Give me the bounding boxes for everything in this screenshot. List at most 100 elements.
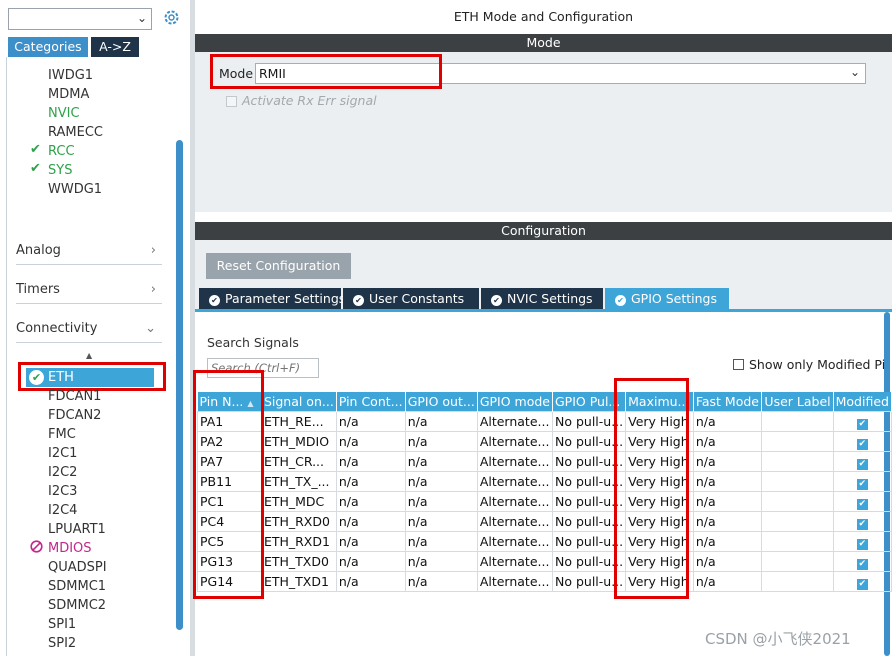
col-header-modified[interactable]: Modified [833,392,892,412]
col-header-gpio-output[interactable]: GPIO out... [405,392,478,412]
cell-user-label [761,471,834,492]
list-item-quadspi[interactable]: QUADSPI [48,558,107,577]
check-icon: ✔ [30,161,41,176]
cell-modified[interactable]: ✔ [832,491,892,512]
group-timers[interactable]: Timers › [16,277,162,304]
cell-fast-mode: n/a [692,571,763,592]
tab-parameter-settings[interactable]: ✔ Parameter Settings [199,288,345,309]
cell-user-label [761,411,834,432]
chevron-down-icon[interactable]: ⌄ [137,11,147,25]
cell-modified[interactable]: ✔ [832,571,892,592]
col-header-user-label[interactable]: User Label [761,392,834,412]
table-row[interactable]: PA2 ETH_MDIO n/a n/a Alternate... No pull-u..… [197,431,892,452]
cell-fast-mode: n/a [692,491,763,512]
list-item-mdios[interactable]: MDIOS [48,539,92,558]
col-header-fast-mode[interactable]: Fast Mode [693,392,763,412]
gpio-signal-table: Pin N... ▲ Signal on... Pin Cont... GPIO… [197,392,892,592]
table-row[interactable]: PC5 ETH_RXD1 n/a n/a Alternate... No pull-u..… [197,531,892,552]
check-icon: ✔ [209,295,220,306]
tab-nvic-settings[interactable]: ✔ NVIC Settings [481,288,603,309]
reset-configuration-button[interactable]: Reset Configuration [206,253,351,279]
table-row[interactable]: PA7 ETH_CR... n/a n/a Alternate... No pull-u.… [197,451,892,472]
list-item-sys[interactable]: SYS [48,161,72,180]
modified-checkbox[interactable]: ✔ [856,438,868,450]
tab-label: Parameter Settings [225,291,346,306]
modified-checkbox[interactable]: ✔ [856,518,868,530]
cell-gpio-mode: Alternate... [476,471,554,492]
cell-gpio-mode: Alternate... [476,491,554,512]
modified-checkbox[interactable]: ✔ [856,578,868,590]
list-item-i2c1[interactable]: I2C1 [48,444,77,463]
modified-checkbox[interactable]: ✔ [856,498,868,510]
group-label: Analog [16,243,61,258]
activate-rx-err-checkbox[interactable] [226,96,237,107]
cell-modified[interactable]: ✔ [832,431,892,452]
list-item-wwdg1[interactable]: WWDG1 [48,180,102,199]
gear-icon[interactable] [163,9,180,30]
chevron-right-icon: › [150,243,156,258]
sidebar-scrollbar[interactable] [176,140,183,630]
table-row[interactable]: PG14 ETH_TXD1 n/a n/a Alternate... No pull-u.… [197,571,892,592]
cell-modified[interactable]: ✔ [832,511,892,532]
col-header-gpio-mode[interactable]: GPIO mode [477,392,554,412]
list-item-fdcan1[interactable]: FDCAN1 [48,387,101,406]
table-row[interactable]: PC1 ETH_MDC n/a n/a Alternate... No pull-u...… [197,491,892,512]
cell-fast-mode: n/a [692,411,763,432]
cell-user-label [761,571,834,592]
list-item-fmc[interactable]: FMC [48,425,76,444]
show-modified-checkbox[interactable] [733,359,744,370]
cell-fast-mode: n/a [692,511,763,532]
highlight-box-speed-column [614,378,689,599]
modified-checkbox[interactable]: ✔ [856,458,868,470]
list-item-i2c3[interactable]: I2C3 [48,482,77,501]
highlight-box-mode [210,54,442,89]
modified-checkbox[interactable]: ✔ [856,418,868,430]
search-combobox[interactable]: ⌄ [8,8,152,30]
list-item-ramecc[interactable]: RAMECC [48,123,103,142]
list-item-spi1[interactable]: SPI1 [48,615,76,634]
tab-gpio-settings[interactable]: ✔ GPIO Settings [605,288,729,309]
cell-modified[interactable]: ✔ [832,451,892,472]
table-row[interactable]: PA1 ETH_RE... n/a n/a Alternate... No pull-u.… [197,411,892,432]
list-item-spi2[interactable]: SPI2 [48,634,76,653]
cell-user-label [761,491,834,512]
table-row[interactable]: PG13 ETH_TXD0 n/a n/a Alternate... No pull-u.… [197,551,892,572]
table-row[interactable]: PC4 ETH_RXD0 n/a n/a Alternate... No pull-u..… [197,511,892,532]
cell-gpio-output: n/a [404,491,478,512]
cell-pin-context: n/a [335,451,406,472]
col-header-signal[interactable]: Signal on... [261,392,337,412]
col-header-pin-context[interactable]: Pin Cont... [336,392,406,412]
section-gap [195,212,892,222]
list-item-mdma[interactable]: MDMA [48,85,89,104]
cell-modified[interactable]: ✔ [832,471,892,492]
list-item-lpuart1[interactable]: LPUART1 [48,520,106,539]
list-item-i2c2[interactable]: I2C2 [48,463,77,482]
tab-user-constants[interactable]: ✔ User Constants [343,288,479,309]
cell-user-label [761,551,834,572]
table-row[interactable]: PB11 ETH_TX_... n/a n/a Alternate... No pull-… [197,471,892,492]
chevron-right-icon: › [150,282,156,297]
cell-user-label [761,451,834,472]
cell-modified[interactable]: ✔ [832,411,892,432]
cell-modified[interactable]: ✔ [832,531,892,552]
cell-modified[interactable]: ✔ [832,551,892,572]
modified-checkbox[interactable]: ✔ [856,558,868,570]
tab-a-z[interactable]: A->Z [91,37,139,57]
table-header-row: Pin N... ▲ Signal on... Pin Cont... GPIO… [197,392,892,412]
group-connectivity[interactable]: Connectivity ⌄ [16,316,162,343]
check-icon: ✔ [491,295,502,306]
modified-checkbox[interactable]: ✔ [856,538,868,550]
tab-categories[interactable]: Categories [8,37,88,57]
list-item-sdmmc2[interactable]: SDMMC2 [48,596,106,615]
list-item-nvic[interactable]: NVIC [48,104,80,123]
list-item-rcc[interactable]: RCC [48,142,75,161]
list-item-iwdg1[interactable]: IWDG1 [48,66,93,85]
cell-fast-mode: n/a [692,451,763,472]
modified-checkbox[interactable]: ✔ [856,478,868,490]
cell-gpio-output: n/a [404,451,478,472]
list-item-i2c4[interactable]: I2C4 [48,501,77,520]
list-item-sdmmc1[interactable]: SDMMC1 [48,577,106,596]
cell-fast-mode: n/a [692,551,763,572]
list-item-fdcan2[interactable]: FDCAN2 [48,406,101,425]
group-analog[interactable]: Analog › [16,238,162,265]
